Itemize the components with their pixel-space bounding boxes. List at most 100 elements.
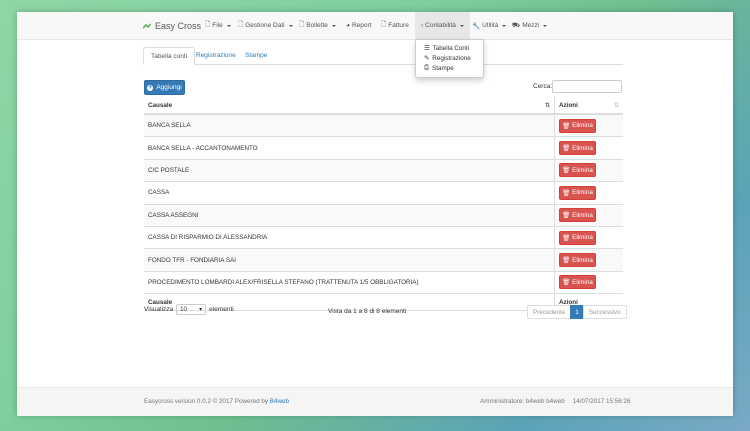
actions-cell: 🗑 Elimina [554, 270, 623, 294]
causale-cell: C/C POSTALE [144, 158, 555, 182]
report-icon: ◕ [346, 22, 350, 29]
caret-down-icon [288, 24, 293, 27]
footer-datetime: 14/07/2017 15:56:26 [572, 398, 631, 405]
delete-button[interactable]: 🗑 Elimina [559, 230, 596, 245]
top-navbar: Easy Cross 🗋 File 🗋 Gestione Dati 🗋 Boll… [17, 12, 733, 40]
brand-logo-icon [143, 22, 151, 29]
nav-gestione-dati[interactable]: 🗋 Gestione Dati [238, 12, 293, 39]
list-icon: ☰ [424, 44, 430, 52]
nav-file[interactable]: 🗋 File [205, 12, 231, 39]
causale-cell: BANCA SELLA - ACCANTONAMENTO [144, 136, 555, 160]
column-header-azioni[interactable]: Azioni ⇅ [554, 97, 623, 115]
trash-icon: 🗑 [562, 167, 571, 175]
tab-tabella-conti[interactable]: Tabella conti [143, 47, 196, 65]
select-arrow-icon: ▾ [199, 307, 203, 313]
tab-registrazione[interactable]: Registrazione [189, 47, 243, 64]
add-button[interactable]: + Aggiungi [144, 80, 185, 95]
sort-icon: ⇅ [613, 102, 619, 109]
table-row: CASSA DI RISPARMIO DI ALESSANDRIA 🗑 Elimin… [144, 225, 623, 249]
app-window: Easy Cross 🗋 File 🗋 Gestione Dati 🗋 Boll… [17, 12, 733, 416]
brand[interactable]: Easy Cross [143, 21, 201, 31]
wrench-icon: 🔧 [472, 22, 481, 30]
table-row: PROCEDIMENTO LOMBARDI ALEX/FRISELLA STEF… [144, 270, 623, 294]
trash-icon: 🗑 [562, 234, 571, 242]
actions-cell: 🗑 Elimina [554, 113, 623, 137]
pagination-page-1[interactable]: 1 [570, 305, 584, 319]
table-row: BANCA SELLA - ACCANTONAMENTO 🗑 Elimina [144, 136, 623, 160]
delete-button[interactable]: 🗑 Elimina [559, 141, 596, 156]
nav-bollette[interactable]: 🗋 Bollette [299, 12, 336, 39]
footer-b4web-link[interactable]: B4web [270, 398, 289, 405]
trash-icon: 🗑 [562, 279, 571, 287]
trash-icon: 🗑 [562, 145, 571, 153]
pagination-previous[interactable]: Precedente [527, 305, 572, 319]
table-row: CASSA 🗑 Elimina [144, 181, 623, 205]
pagination-next[interactable]: Successivo [582, 305, 627, 319]
page-length-control: Visualizza 10 ▾ elementi [144, 304, 234, 315]
actions-cell: 🗑 Elimina [554, 225, 623, 249]
caret-down-icon [331, 24, 336, 27]
nav-mezzi[interactable]: ⛟ Mezzi [512, 12, 548, 39]
delete-button[interactable]: 🗑 Elimina [559, 185, 596, 200]
column-header-causale[interactable]: Causale ⇅ [144, 97, 555, 115]
trash-icon: 🗑 [562, 212, 571, 220]
chevron-left-icon: ‹ [421, 22, 424, 29]
footer-version: Easycross version 0.0.2 © 2017 Powered b… [144, 398, 290, 405]
menu-item-stampe[interactable]: ⎙ Stampe [416, 63, 483, 73]
menu-item-registrazione[interactable]: ✎ Registrazione [416, 53, 483, 63]
nav-report[interactable]: ◕ Report [346, 12, 371, 39]
table-info: Vista da 1 a 8 di 8 elementi [328, 308, 407, 315]
caret-down-icon [502, 24, 507, 27]
causale-cell: CASSA ASSEGNI [144, 203, 555, 227]
search-label: Cerca: [533, 83, 553, 90]
table-row: C/C POSTALE 🗑 Elimina [144, 158, 623, 182]
table-row: CASSA ASSEGNI 🗑 Elimina [144, 203, 623, 227]
footer-user: Amministratore: b4web b4web [480, 398, 565, 405]
contabilita-dropdown-menu: ☰ Tabella Conti ✎ Registrazione ⎙ Stampe [415, 39, 484, 78]
footer-session: Amministratore: b4web b4web 14/07/2017 1… [480, 398, 630, 405]
pencil-icon: ✎ [424, 54, 430, 62]
document-icon: 🗋 [299, 21, 305, 28]
tab-stampe[interactable]: Stampe [238, 47, 274, 64]
table-row: BANCA SELLA 🗑 Elimina [144, 113, 623, 137]
causali-table: Causale ⇅ Azioni ⇅ BANCA SELLA 🗑 Elimina BA… [144, 97, 623, 312]
table-row: FONDO TFR - FONDIARIA SAI 🗑 Elimina [144, 248, 623, 272]
delete-button[interactable]: 🗑 Elimina [559, 118, 596, 133]
document-icon: 🗋 [238, 21, 244, 28]
actions-cell: 🗑 Elimina [554, 248, 623, 272]
file-icon: 🗋 [205, 21, 211, 28]
caret-down-icon [543, 24, 548, 27]
search-input[interactable] [552, 80, 622, 93]
causale-cell: FONDO TFR - FONDIARIA SAI [144, 248, 555, 272]
tab-bar: Tabella conti Registrazione Stampe [143, 47, 623, 65]
actions-cell: 🗑 Elimina [554, 181, 623, 205]
caret-down-icon [226, 24, 231, 27]
delete-button[interactable]: 🗑 Elimina [559, 163, 596, 178]
actions-cell: 🗑 Elimina [554, 203, 623, 227]
trash-icon: 🗑 [562, 257, 571, 265]
causale-cell: CASSA [144, 181, 555, 205]
delete-button[interactable]: 🗑 Elimina [559, 253, 596, 268]
delete-button[interactable]: 🗑 Elimina [559, 208, 596, 223]
nav-contabilita[interactable]: ‹ Contabilità [415, 12, 470, 39]
truck-icon: ⛟ [512, 22, 521, 29]
print-icon: ⎙ [424, 64, 430, 71]
nav-utilita[interactable]: 🔧 Utilità [472, 12, 507, 39]
length-prefix: Visualizza [144, 306, 174, 313]
trash-icon: 🗑 [562, 122, 571, 130]
causale-cell: BANCA SELLA [144, 113, 555, 137]
causale-cell: CASSA DI RISPARMIO DI ALESSANDRIA [144, 225, 555, 249]
sort-ascending-icon: ⇅ [544, 102, 550, 109]
page-footer: Easycross version 0.0.2 © 2017 Powered b… [17, 387, 733, 416]
pagination: Precedente 1 Successivo [527, 305, 627, 319]
delete-button[interactable]: 🗑 Elimina [559, 275, 596, 290]
actions-cell: 🗑 Elimina [554, 136, 623, 160]
length-suffix: elementi [209, 306, 234, 313]
page-length-select[interactable]: 10 ▾ [176, 304, 207, 315]
brand-name: Easy Cross [155, 21, 202, 31]
actions-cell: 🗑 Elimina [554, 158, 623, 182]
nav-fatture[interactable]: 🗋 Fatture [381, 12, 409, 39]
plus-circle-icon: + [147, 84, 154, 91]
caret-down-icon [459, 24, 464, 27]
menu-item-tabella-conti[interactable]: ☰ Tabella Conti [416, 43, 483, 53]
